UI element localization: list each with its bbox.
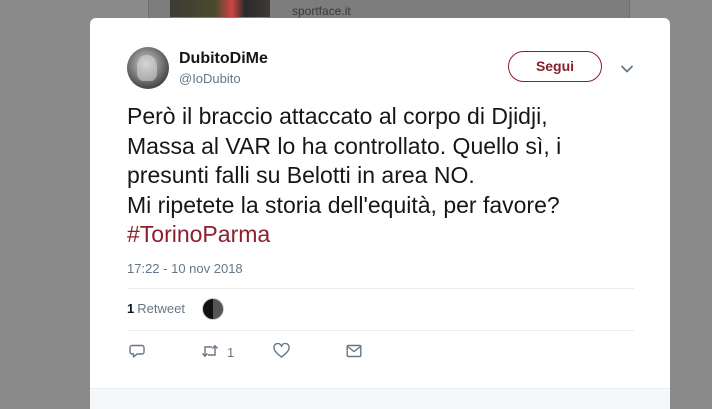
retweet-stats-count: 1 xyxy=(127,301,135,316)
envelope-icon[interactable] xyxy=(346,343,362,361)
heart-icon[interactable] xyxy=(273,343,290,361)
tweet-text: Però il braccio attaccato al corpo di Dj… xyxy=(127,102,637,250)
avatar[interactable] xyxy=(127,47,169,89)
user-display-name[interactable]: DubitoDiMe xyxy=(179,50,268,68)
hashtag-link[interactable]: #TorinoParma xyxy=(127,220,637,250)
retweet-stats[interactable]: 1 Retweet xyxy=(127,301,185,316)
tweet-modal: DubitoDiMe @IoDubito Segui Però il bracc… xyxy=(90,18,670,409)
retweet-stats-label: Retweet xyxy=(137,301,185,316)
divider xyxy=(127,288,634,289)
retweet-action-count: 1 xyxy=(227,345,235,360)
reply-icon[interactable] xyxy=(129,343,145,361)
chevron-down-icon[interactable] xyxy=(620,62,634,76)
background-thumbnail xyxy=(170,0,270,17)
retweeter-avatar[interactable] xyxy=(202,298,224,320)
tweet-text-line: Massa al VAR lo ha controllato. Quello s… xyxy=(127,132,562,159)
tweet-timestamp[interactable]: 17:22 - 10 nov 2018 xyxy=(127,261,243,276)
user-handle[interactable]: @IoDubito xyxy=(179,71,241,86)
tweet-text-line: Mi ripetete la storia dell'equità, per f… xyxy=(127,191,560,218)
divider xyxy=(127,330,634,331)
tweet-text-line: Però il braccio attaccato al corpo di Dj… xyxy=(127,103,548,129)
replies-area xyxy=(90,388,670,409)
background-source-label: sportface.it xyxy=(292,4,351,18)
tweet-text-line: presunti falli su Belotti in area NO. xyxy=(127,162,475,188)
follow-button[interactable]: Segui xyxy=(508,51,602,82)
retweet-icon[interactable] xyxy=(201,343,219,361)
